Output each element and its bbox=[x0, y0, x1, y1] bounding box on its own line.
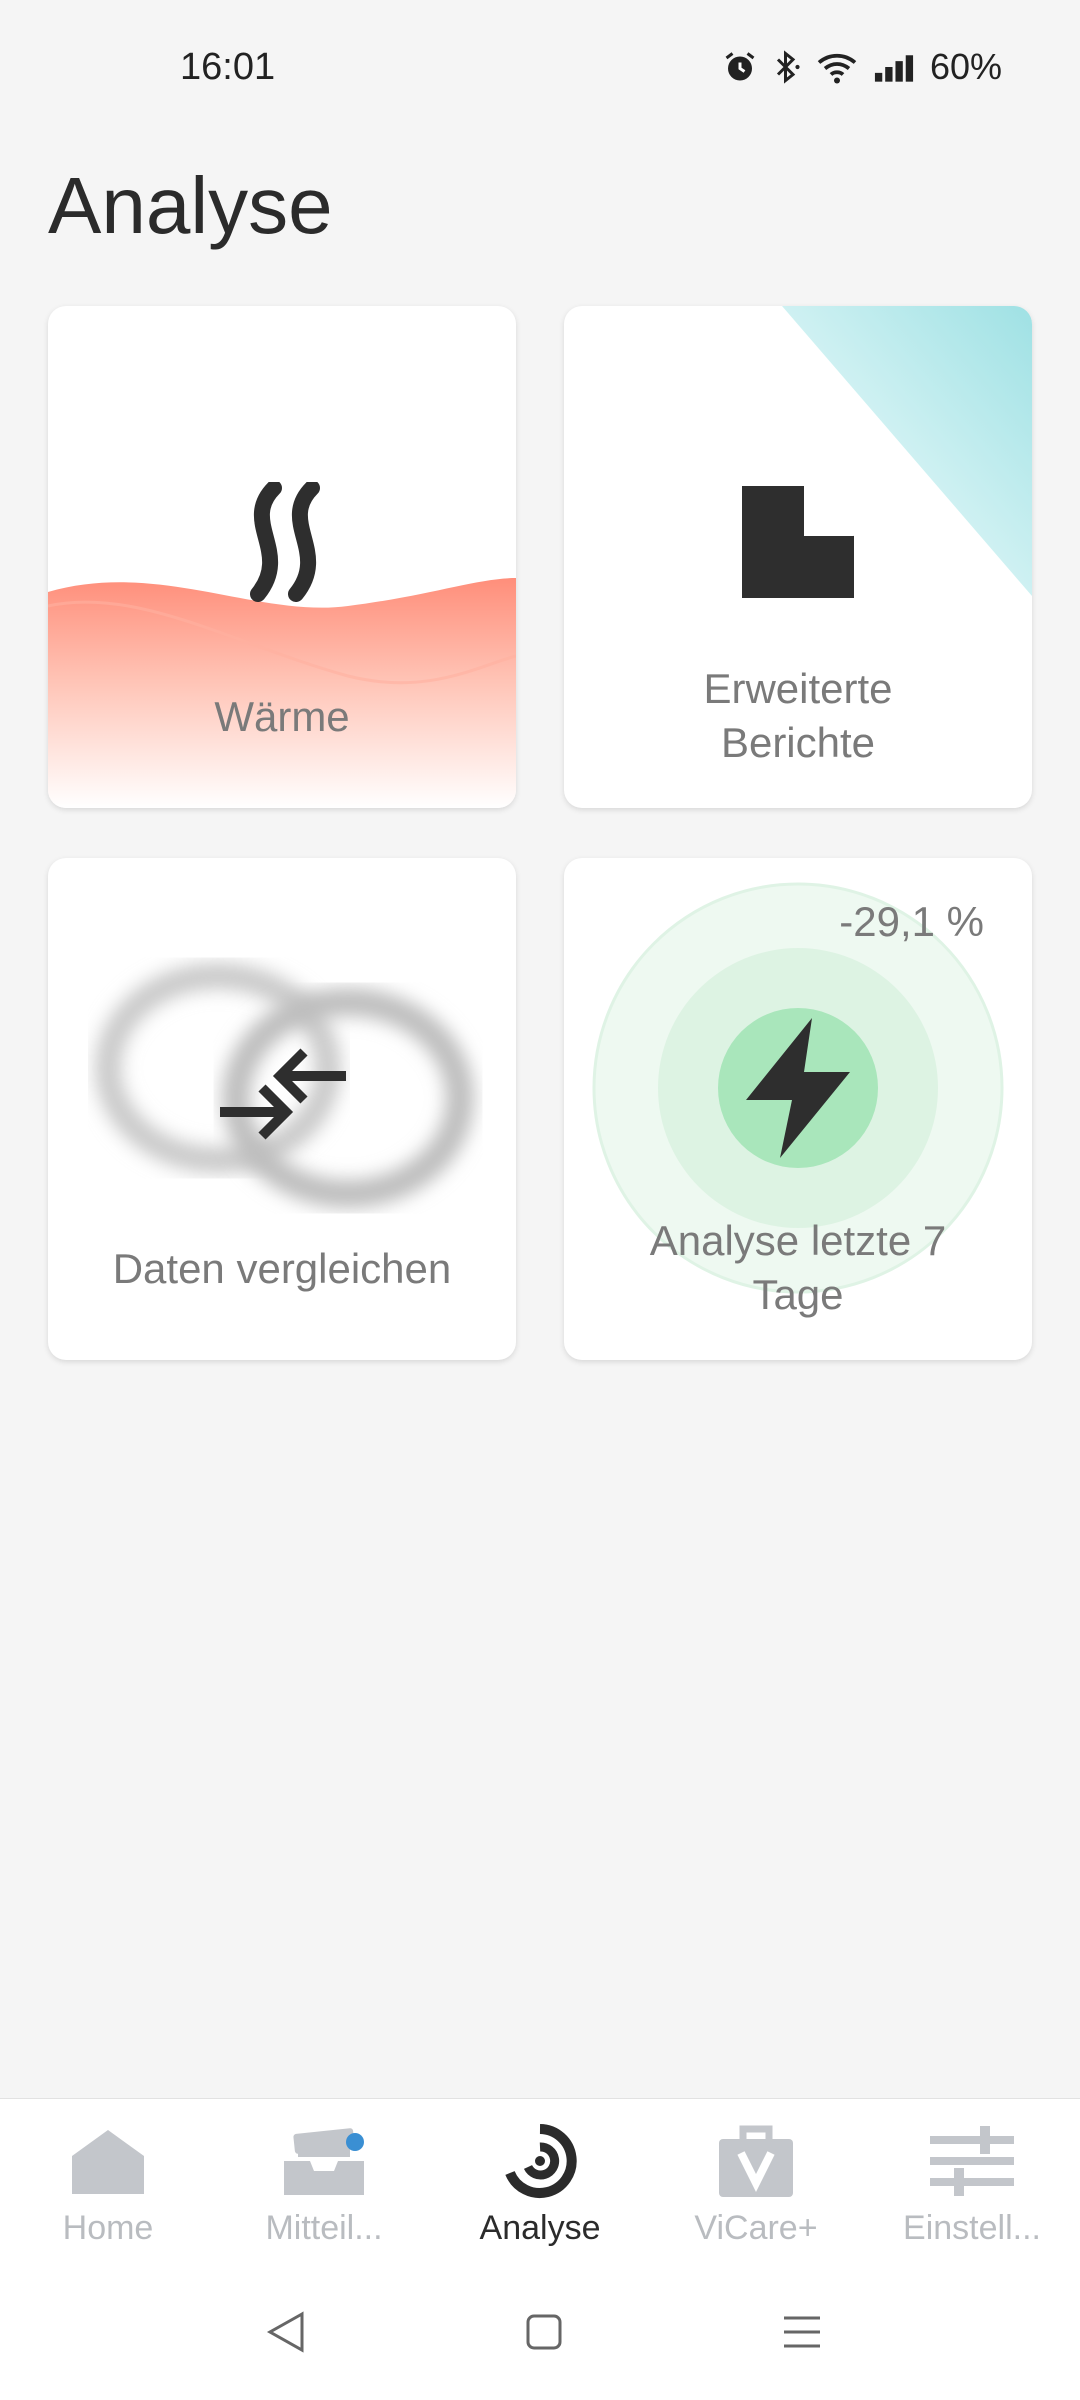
system-navigation bbox=[0, 2268, 1080, 2400]
nav-analysis-label: Analyse bbox=[479, 2209, 601, 2247]
wifi-icon bbox=[816, 49, 858, 85]
last7days-card[interactable]: -29,1 % Analyse letzte 7 Tage bbox=[564, 858, 1032, 1360]
nav-messages-label: Mitteil... bbox=[265, 2209, 383, 2247]
nav-home[interactable]: Home bbox=[0, 2121, 216, 2248]
nav-vicare-plus-label: ViCare+ bbox=[694, 2209, 818, 2247]
battery-percent: 60% bbox=[929, 46, 1002, 87]
compare-card-label: Daten vergleichen bbox=[112, 1245, 452, 1292]
sliders-icon bbox=[864, 2121, 1080, 2201]
reports-card-label-line1: Erweiterte bbox=[703, 665, 893, 712]
alarm-icon bbox=[722, 49, 758, 85]
vicare-bag-icon bbox=[648, 2121, 864, 2201]
inbox-icon bbox=[216, 2121, 432, 2201]
reports-card-label-line2: Berichte bbox=[720, 719, 876, 766]
analysis-icon bbox=[432, 2121, 648, 2201]
nav-vicare-plus[interactable]: ViCare+ bbox=[648, 2121, 864, 2248]
back-icon[interactable] bbox=[266, 2310, 306, 2359]
nav-analysis[interactable]: Analyse bbox=[432, 2121, 648, 2248]
compare-arrows-icon bbox=[208, 1034, 358, 1159]
home-square-icon[interactable] bbox=[524, 2310, 564, 2359]
compare-card[interactable]: Daten vergleichen bbox=[48, 858, 516, 1360]
status-bar: 16:01 60% bbox=[0, 0, 1080, 140]
change-percentage: -29,1 % bbox=[839, 898, 984, 945]
reports-card[interactable]: Erweiterte Berichte bbox=[564, 306, 1032, 808]
status-time: 16:01 bbox=[180, 46, 276, 88]
nav-home-label: Home bbox=[62, 2209, 154, 2247]
bluetooth-icon bbox=[772, 49, 802, 85]
page-title: Analyse bbox=[48, 161, 333, 250]
lightning-icon bbox=[746, 1018, 850, 1163]
heat-waves-icon bbox=[232, 480, 332, 607]
nav-settings[interactable]: Einstell... bbox=[864, 2121, 1080, 2248]
signal-icon bbox=[872, 49, 916, 85]
heat-card[interactable]: Wärme bbox=[48, 306, 516, 808]
home-icon bbox=[0, 2121, 216, 2201]
report-document-icon bbox=[742, 486, 854, 603]
bottom-navigation: Home Mitteil... Analyse ViCare+ Einstell… bbox=[0, 2098, 1080, 2269]
last7days-label-line1: Analyse letzte 7 bbox=[649, 1217, 947, 1264]
nav-messages[interactable]: Mitteil... bbox=[216, 2121, 432, 2248]
menu-icon[interactable] bbox=[782, 2310, 822, 2359]
notification-badge bbox=[346, 2133, 364, 2151]
heat-card-label: Wärme bbox=[214, 693, 350, 740]
nav-settings-label: Einstell... bbox=[903, 2209, 1041, 2247]
status-icons: 60% bbox=[722, 46, 1002, 88]
last7days-label-line2: Tage bbox=[752, 1271, 844, 1318]
